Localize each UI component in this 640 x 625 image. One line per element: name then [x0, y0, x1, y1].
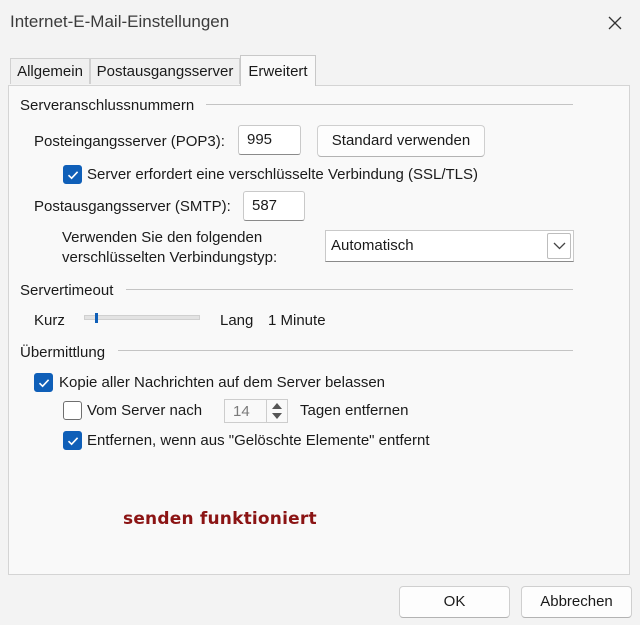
spin-up-icon[interactable] — [272, 403, 282, 409]
chevron-down-icon — [553, 242, 566, 250]
group-label-server-ports: Serveranschlussnummern — [20, 97, 195, 114]
group-label-server-timeout: Servertimeout — [20, 282, 114, 299]
tab-erweitert[interactable]: Erweitert — [240, 55, 316, 86]
encryption-type-select[interactable]: Automatisch — [325, 230, 574, 262]
outgoing-port-input[interactable]: 587 — [243, 191, 305, 221]
ok-button[interactable]: OK — [399, 586, 510, 618]
remove-after-checkbox[interactable] — [63, 401, 82, 420]
timeout-short-label: Kurz — [34, 312, 65, 329]
dropdown-button[interactable] — [547, 233, 571, 259]
incoming-server-label: Posteingangsserver (POP3): — [34, 133, 225, 150]
encryption-type-value: Automatisch — [331, 237, 414, 254]
group-divider — [126, 289, 573, 290]
remove-after-label: Vom Server nach — [87, 402, 203, 419]
days-spinner[interactable]: 14 — [224, 399, 288, 423]
remove-deleted-checkbox[interactable] — [63, 431, 82, 450]
days-suffix-label: Tagen entfernen — [300, 402, 409, 419]
window-title: Internet-E-Mail-Einstellungen — [10, 12, 230, 31]
incoming-port-input[interactable]: 995 — [238, 125, 301, 155]
outgoing-server-label: Postausgangsserver (SMTP): — [34, 198, 231, 215]
group-divider — [118, 350, 573, 351]
remove-deleted-label: Entfernen, wenn aus "Gelöschte Elemente"… — [87, 432, 430, 449]
encryption-type-label-line1: Verwenden Sie den folgenden — [62, 229, 263, 246]
keep-copy-label: Kopie aller Nachrichten auf dem Server b… — [59, 374, 386, 391]
group-label-delivery: Übermittlung — [20, 344, 106, 361]
close-button[interactable] — [596, 8, 634, 38]
tab-postausgangsserver[interactable]: Postausgangsserver — [90, 58, 240, 84]
close-icon — [608, 16, 622, 30]
spinner-buttons[interactable] — [266, 400, 287, 422]
annotation-text: senden funktioniert — [123, 509, 317, 529]
keep-copy-checkbox[interactable] — [34, 373, 53, 392]
timeout-long-label: Lang — [220, 312, 254, 329]
tab-panel — [8, 85, 630, 575]
timeout-value: 1 Minute — [268, 312, 326, 329]
checkmark-icon — [67, 171, 79, 180]
cancel-button[interactable]: Abbrechen — [521, 586, 632, 618]
tab-allgemein[interactable]: Allgemein — [10, 58, 90, 84]
spin-down-icon[interactable] — [272, 413, 282, 419]
group-divider — [206, 104, 573, 105]
encryption-type-label-line2: verschlüsselten Verbindungstyp: — [62, 249, 278, 266]
timeout-slider-track[interactable] — [84, 315, 200, 320]
ssl-checkbox[interactable] — [63, 165, 82, 184]
ssl-checkbox-label: Server erfordert eine verschlüsselte Ver… — [87, 166, 479, 183]
days-value: 14 — [233, 403, 250, 420]
checkmark-icon — [67, 437, 79, 446]
timeout-slider-thumb[interactable] — [95, 313, 98, 323]
checkmark-icon — [38, 379, 50, 388]
use-default-button[interactable]: Standard verwenden — [317, 125, 485, 157]
